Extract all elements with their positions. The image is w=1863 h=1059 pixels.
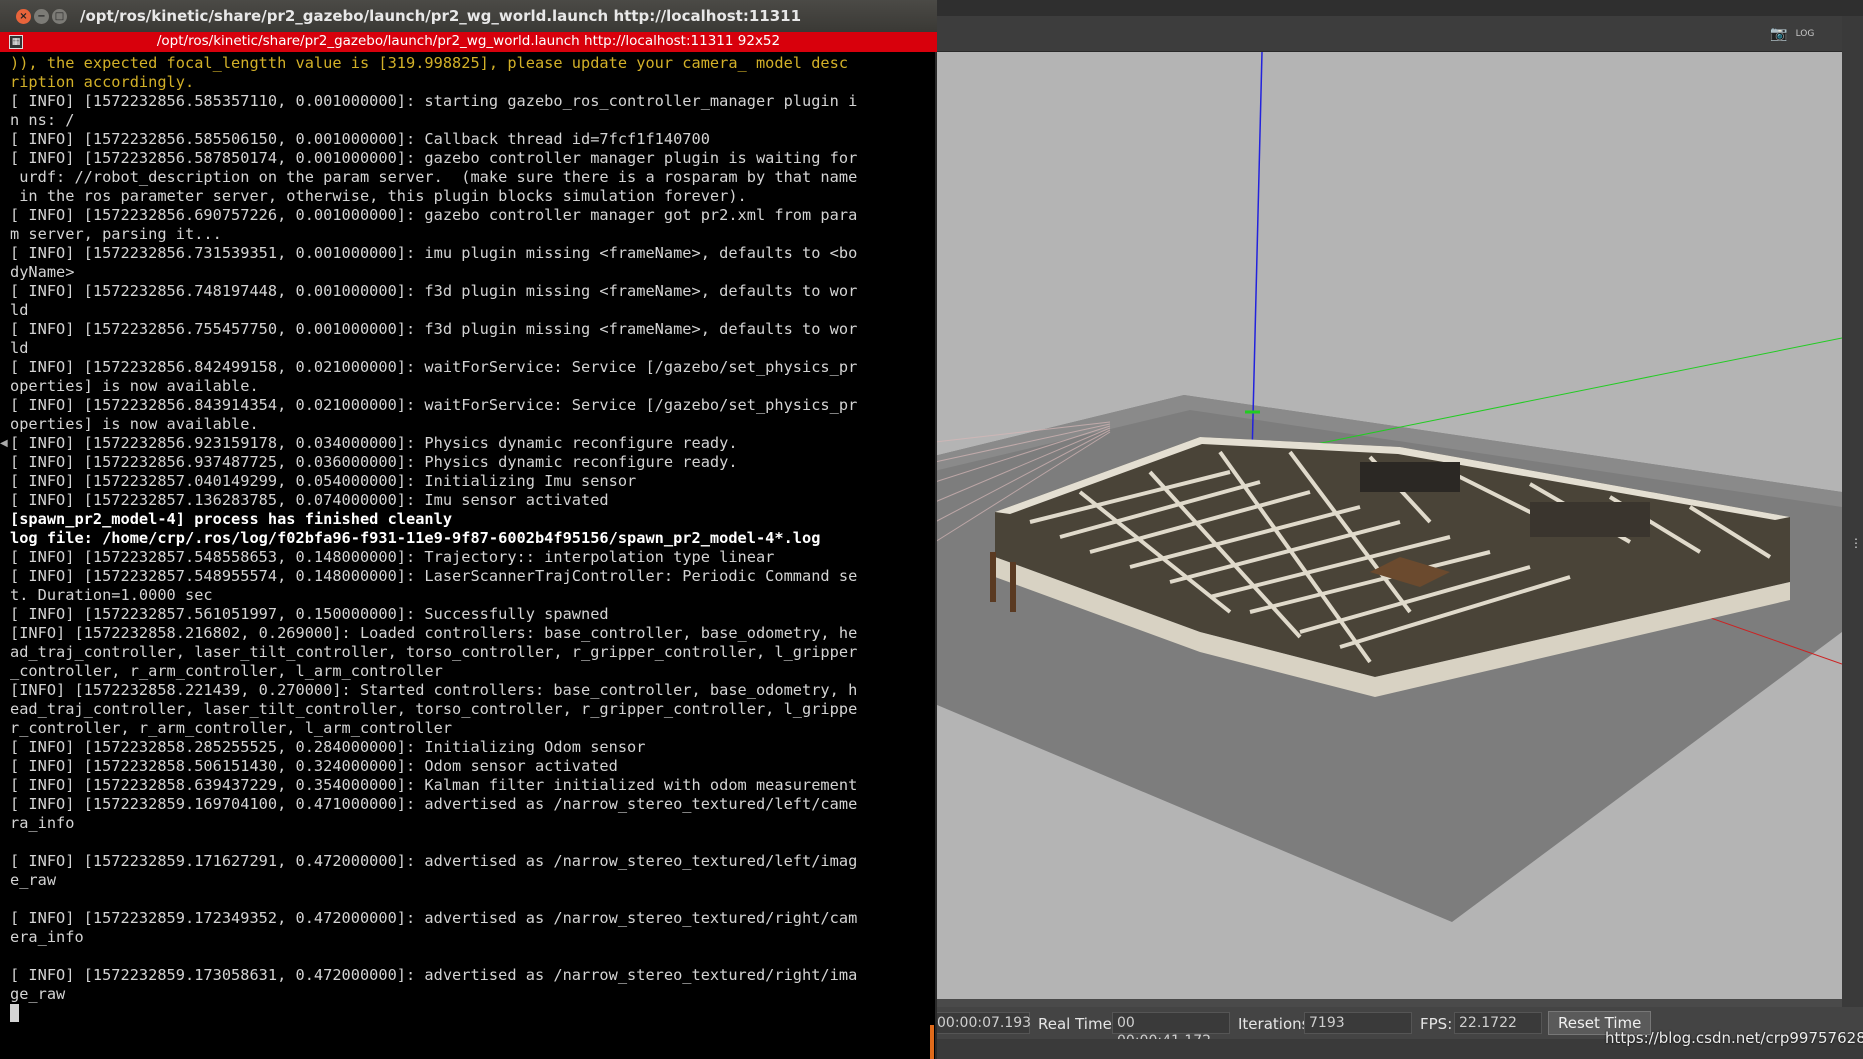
iterations-field: 7193 — [1304, 1012, 1412, 1034]
terminal-line: r_controller, r_arm_controller, l_arm_co… — [10, 719, 453, 737]
terminal-window-title: /opt/ros/kinetic/share/pr2_gazebo/launch… — [80, 7, 802, 25]
terminal-line: [INFO] [1572232858.216802, 0.269000]: Lo… — [10, 624, 858, 642]
terminal-line: [ INFO] [1572232858.285255525, 0.2840000… — [10, 738, 646, 756]
terminal-line: [ INFO] [1572232856.585357110, 0.0010000… — [10, 92, 858, 110]
terminal-line: dyName> — [10, 263, 75, 281]
window-edge-accent — [930, 1025, 934, 1059]
terminal-line: ription accordingly. — [10, 73, 195, 91]
terminal-tab-title: /opt/ros/kinetic/share/pr2_gazebo/launch… — [156, 33, 781, 49]
sim-time-field: 00:00:07.193 — [932, 1012, 1031, 1034]
terminal-line: n ns: / — [10, 111, 75, 129]
real-time-field: 00 00:00:41.172 — [1112, 1012, 1230, 1049]
gazebo-top-strip — [930, 0, 1863, 16]
terminal-line: m server, parsing it... — [10, 225, 222, 243]
camera-icon[interactable]: 📷 — [1768, 24, 1790, 44]
terminal-line: [ INFO] [1572232857.548955574, 0.1480000… — [10, 567, 858, 585]
terminal-line: [ INFO] [1572232856.937487725, 0.0360000… — [10, 453, 738, 471]
terminal-line: [ INFO] [1572232857.136283785, 0.0740000… — [10, 491, 609, 509]
terminal-line: t. Duration=1.0000 sec — [10, 586, 213, 604]
terminal-line: [ INFO] [1572232859.173058631, 0.4720000… — [10, 966, 858, 984]
terminal-line: [ INFO] [1572232858.639437229, 0.3540000… — [10, 776, 858, 794]
terminal-line: urdf: //robot_description on the param s… — [10, 168, 858, 186]
scene-render — [930, 52, 1842, 999]
terminal-line: ra_info — [10, 814, 75, 832]
maximize-window-button[interactable]: □ — [52, 9, 67, 24]
gazebo-right-panel-gutter: ⋮ — [1842, 16, 1863, 1059]
terminal-line: )), the expected focal_lengtth value is … — [10, 54, 849, 72]
close-window-button[interactable]: × — [16, 9, 31, 24]
panel-resize-handle-icon[interactable]: ⋮ — [1850, 536, 1862, 550]
terminal-line: [INFO] [1572232858.221439, 0.270000]: St… — [10, 681, 858, 699]
terminal-line: [ INFO] [1572232856.755457750, 0.0010000… — [10, 320, 858, 338]
terminal-line: [ INFO] [1572232857.040149299, 0.0540000… — [10, 472, 637, 490]
terminal-line: operties] is now available. — [10, 415, 259, 433]
terminal-line: in the ros parameter server, otherwise, … — [10, 187, 747, 205]
fps-label: FPS: — [1420, 1015, 1453, 1033]
terminal-line: operties] is now available. — [10, 377, 259, 395]
terminal-line: ad_traj_controller, laser_tilt_controlle… — [10, 643, 858, 661]
terminal-line — [10, 1004, 932, 1023]
terminal-line: [ INFO] [1572232857.548558653, 0.1480000… — [10, 548, 775, 566]
terminal-line: [ INFO] [1572232856.587850174, 0.0010000… — [10, 149, 858, 167]
terminal-titlebar[interactable]: × − □ /opt/ros/kinetic/share/pr2_gazebo/… — [0, 0, 937, 32]
terminal-line: [ INFO] [1572232859.169704100, 0.4710000… — [10, 795, 858, 813]
minimize-window-button[interactable]: − — [34, 9, 49, 24]
terminal-cursor — [10, 1004, 19, 1022]
real-time-label: Real Time: — [1038, 1015, 1117, 1033]
scroll-indicator-icon: ◀ — [0, 438, 8, 449]
terminal-line: [ INFO] [1572232856.748197448, 0.0010000… — [10, 282, 858, 300]
terminal-tab[interactable]: ▦ /opt/ros/kinetic/share/pr2_gazebo/laun… — [0, 32, 937, 52]
terminal-line: [ INFO] [1572232857.561051997, 0.1500000… — [10, 605, 609, 623]
terminal-line: [ INFO] [1572232856.585506150, 0.0010000… — [10, 130, 710, 148]
terminal-line: [spawn_pr2_model-4] process has finished… — [10, 510, 453, 528]
terminal-line: e_raw — [10, 871, 57, 889]
terminal-line: ld — [10, 301, 29, 319]
terminal-line: ead_traj_controller, laser_tilt_controll… — [10, 700, 858, 718]
terminal-output[interactable]: )), the expected focal_lengtth value is … — [10, 54, 932, 1054]
terminal-line: [ INFO] [1572232859.172349352, 0.4720000… — [10, 909, 858, 927]
gazebo-3d-viewport[interactable] — [930, 52, 1842, 999]
log-icon[interactable]: LOG — [1794, 24, 1816, 44]
terminal-line: era_info — [10, 928, 84, 946]
terminal-line: [ INFO] [1572232858.506151430, 0.3240000… — [10, 757, 618, 775]
terminal-line: [ INFO] [1572232856.731539351, 0.0010000… — [10, 244, 858, 262]
terminal-window: × − □ /opt/ros/kinetic/share/pr2_gazebo/… — [0, 0, 937, 1059]
terminal-line: [ INFO] [1572232856.690757226, 0.0010000… — [10, 206, 858, 224]
terminal-line: ld — [10, 339, 29, 357]
terminal-line: [ INFO] [1572232856.923159178, 0.0340000… — [10, 434, 738, 452]
watermark-text: https://blog.csdn.net/crp997576280 — [1605, 1029, 1863, 1047]
gazebo-toolbar: 📷 LOG — [930, 16, 1842, 52]
terminal-line: ge_raw — [10, 985, 66, 1003]
terminal-line: [ INFO] [1572232859.171627291, 0.4720000… — [10, 852, 858, 870]
terminal-line: log file: /home/crp/.ros/log/f02bfa96-f9… — [10, 529, 821, 547]
terminal-line: [ INFO] [1572232856.843914354, 0.0210000… — [10, 396, 858, 414]
fps-field: 22.1722 — [1454, 1012, 1542, 1034]
gazebo-window: 📷 LOG ⋮ 00:00:07.193 Real Time: 00 Itera… — [930, 0, 1863, 1059]
terminal-line: [ INFO] [1572232856.842499158, 0.0210000… — [10, 358, 858, 376]
terminal-line: _controller, r_arm_controller, l_arm_con… — [10, 662, 443, 680]
